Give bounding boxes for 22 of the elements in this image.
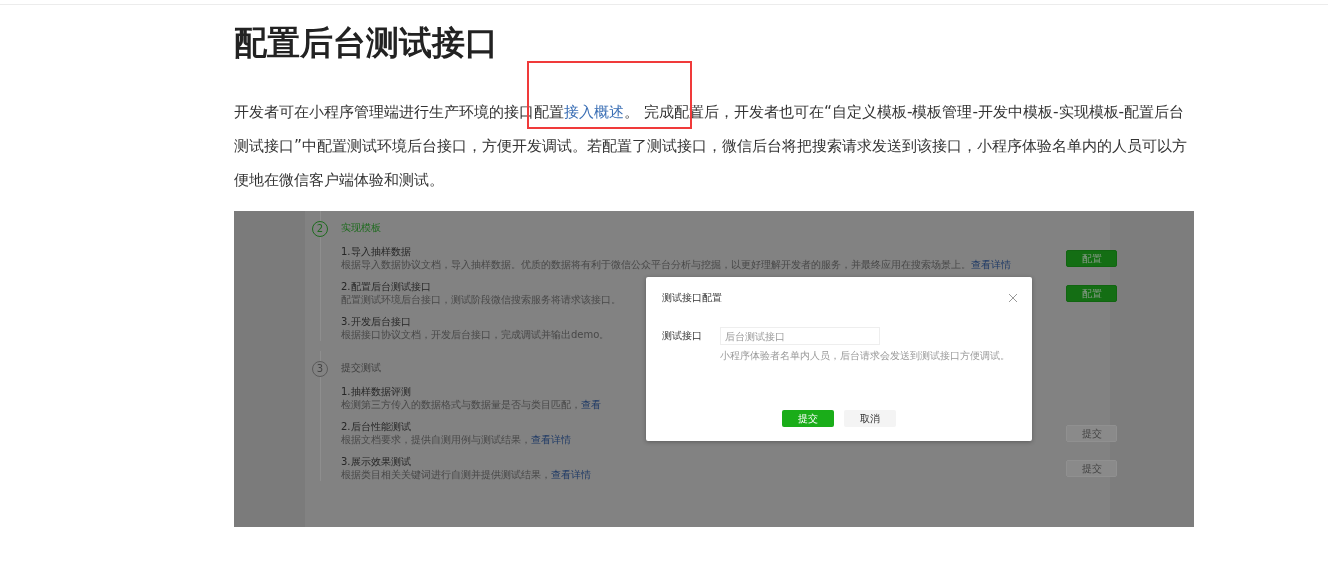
section-title: 实现模板 <box>341 221 382 235</box>
overview-link[interactable]: 接入概述 <box>564 103 624 121</box>
field-label: 测试接口 <box>662 329 703 343</box>
configure-button[interactable]: 配置 <box>1066 250 1117 267</box>
details-link[interactable]: 查看详情 <box>531 434 571 445</box>
step-title: 1.抽样数据评测 <box>341 386 412 398</box>
page-title: 配置后台测试接口 <box>234 22 499 64</box>
details-link[interactable]: 查看详情 <box>971 259 1011 270</box>
field-hint: 小程序体验者名单内人员，后台请求会发送到测试接口方便调试。 <box>720 349 1011 363</box>
step-title: 3.展示效果测试 <box>341 456 412 468</box>
dialog-title: 测试接口配置 <box>662 291 722 305</box>
details-link[interactable]: 查看详情 <box>551 469 591 480</box>
step-title: 2.配置后台测试接口 <box>341 281 432 293</box>
input-field[interactable]: 后台测试接口 <box>720 327 880 345</box>
step-title: 2.后台性能测试 <box>341 421 412 433</box>
step-title: 3.开发后台接口 <box>341 316 412 328</box>
cancel-button[interactable]: 取消 <box>844 410 896 427</box>
close-icon[interactable] <box>1008 293 1018 303</box>
submit-button[interactable]: 提交 <box>782 410 834 427</box>
step-title: 1.导入抽样数据 <box>341 246 412 258</box>
configure-button[interactable]: 配置 <box>1066 285 1117 302</box>
details-link[interactable]: 查看 <box>581 399 601 410</box>
